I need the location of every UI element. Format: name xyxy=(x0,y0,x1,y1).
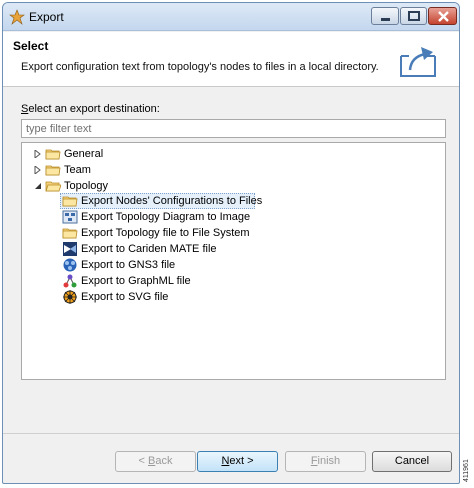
page-title: Select xyxy=(13,39,49,53)
cariden-icon xyxy=(63,242,77,256)
finish-button[interactable]: Finish xyxy=(285,451,366,472)
destination-label-text: elect an export destination: xyxy=(28,103,160,115)
tree-item-export-topology-file[interactable]: Export Topology file to File System xyxy=(62,225,282,241)
export-dialog: Export Select Export configuration text … xyxy=(2,2,460,484)
title-bar[interactable]: Export xyxy=(3,3,459,31)
tree-item-export-svg[interactable]: Export to SVG file xyxy=(62,289,282,305)
tree-item-label: General xyxy=(64,148,104,160)
window-title: Export xyxy=(29,10,64,24)
tree-item-label: Export Nodes' Configurations to Files xyxy=(81,195,263,207)
finish-label-rest: inish xyxy=(317,455,341,467)
tree-item-label: Team xyxy=(64,164,91,176)
tree-item-export-nodes-configurations[interactable]: Export Nodes' Configurations to Files xyxy=(62,193,262,209)
tree-item-export-gns3[interactable]: Export to GNS3 file xyxy=(62,257,282,273)
svg-icon xyxy=(63,290,77,304)
back-label-prefix: < xyxy=(138,455,148,467)
tree-item-general[interactable]: General xyxy=(34,146,234,162)
folder-icon xyxy=(62,228,78,239)
tree-item-label: Export Topology file to File System xyxy=(81,227,250,239)
gns3-icon xyxy=(63,258,77,272)
filter-input[interactable] xyxy=(21,119,446,138)
button-bar-separator xyxy=(3,433,459,434)
collapse-arrow-icon[interactable] xyxy=(34,182,42,190)
figure-code-text: 411961 xyxy=(463,459,470,482)
tree-item-topology[interactable]: Topology xyxy=(34,178,234,194)
minimize-button[interactable] xyxy=(371,7,399,25)
figure-code: 411961 xyxy=(462,438,472,484)
tree-item-label: Export to SVG file xyxy=(81,291,169,303)
close-button[interactable] xyxy=(428,7,457,25)
maximize-button[interactable] xyxy=(400,7,427,25)
maximize-icon xyxy=(408,11,420,21)
export-wizard-icon xyxy=(400,47,436,77)
tree-item-label: Export to GNS3 file xyxy=(81,259,176,271)
folder-icon xyxy=(45,165,61,176)
tree-item-label: Topology xyxy=(64,180,109,192)
back-button[interactable]: < Back xyxy=(115,451,196,472)
folder-icon xyxy=(62,196,78,207)
tree-item-export-graphml[interactable]: Export to GraphML file xyxy=(62,273,282,289)
next-button[interactable]: Next > xyxy=(197,451,278,472)
image-icon xyxy=(62,210,78,224)
graphml-icon xyxy=(63,274,77,288)
tree-item-label: Export Topology Diagram to Image xyxy=(81,211,251,223)
finish-label-mnemonic: F xyxy=(310,455,318,467)
app-icon xyxy=(9,9,25,25)
expand-arrow-icon[interactable] xyxy=(34,150,42,158)
wizard-header: Select Export configuration text from to… xyxy=(3,32,459,87)
destination-label: Select an export destination: xyxy=(21,103,160,115)
tree-item-label: Export to Cariden MATE file xyxy=(81,243,217,255)
page-description: Export configuration text from topology'… xyxy=(21,61,379,73)
folder-icon xyxy=(45,149,61,160)
minimize-icon xyxy=(381,18,390,21)
tree-item-team[interactable]: Team xyxy=(34,162,234,178)
tree-item-export-topology-diagram[interactable]: Export Topology Diagram to Image xyxy=(62,209,282,225)
export-destination-tree[interactable]: General Team Topology Export Nodes' Conf… xyxy=(21,142,446,380)
tree-item-label: Export to GraphML file xyxy=(81,275,191,287)
folder-open-icon xyxy=(45,181,61,192)
cancel-button[interactable]: Cancel xyxy=(372,451,452,472)
back-label-rest: ack xyxy=(155,455,173,467)
tree-item-export-cariden-mate[interactable]: Export to Cariden MATE file xyxy=(62,241,282,257)
next-label-rest: ext > xyxy=(229,455,254,467)
expand-arrow-icon[interactable] xyxy=(34,166,42,174)
close-icon xyxy=(438,11,449,22)
